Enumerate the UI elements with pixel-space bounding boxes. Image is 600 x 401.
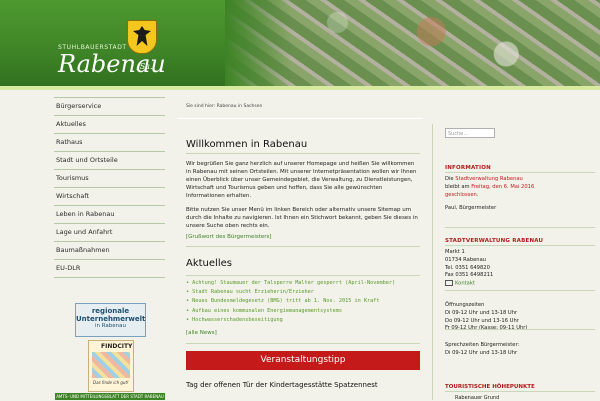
bullet-icon: • [186, 289, 190, 296]
mail-icon [445, 280, 453, 287]
hours-line: Do 09-12 Uhr und 13-16 Uhr [445, 317, 519, 324]
nav-item-baumassnahmen[interactable]: Baumaßnahmen [54, 242, 165, 260]
news-item[interactable]: • Achtung! Staumauer der Talsperre Malter… [186, 279, 420, 288]
nav-item-rathaus[interactable]: Rathaus [54, 134, 165, 152]
divider [445, 172, 595, 173]
coat-of-arms-icon[interactable] [127, 20, 157, 54]
nav-item-aktuelles[interactable]: Aktuelles [54, 116, 165, 134]
stadtverwaltung-heading: STADTVERWALTUNG RABENAU [445, 238, 544, 244]
address-street: Markt 1 [445, 249, 465, 255]
breadcrumb: Sie sind hier: Rabenau in Sachsen [186, 104, 263, 109]
info-text: Die Stadtverwaltung Rabenau bleibt am Fr… [445, 176, 595, 199]
stadtverwaltung-link[interactable]: Stadtverwaltung Rabenau [455, 176, 523, 182]
nav-item-stadt-ortsteile[interactable]: Stadt und Ortsteile [54, 152, 165, 170]
divider [445, 290, 595, 291]
divider [445, 329, 595, 330]
all-news-link[interactable]: [alle News] [186, 330, 217, 336]
address-block: Markt 1 01734 Rabenau Tel. 0351 649820 F… [445, 249, 493, 288]
nav-item-eu-dlr[interactable]: EU-DLR [54, 260, 165, 278]
divider [445, 245, 595, 246]
intro-paragraph: Bitte nutzen Sie unser Menü im linken Be… [186, 207, 418, 229]
kontakt-link[interactable]: Kontakt [455, 281, 475, 287]
findcity-banner[interactable]: FINDCITY Das finde ich gut! [88, 340, 134, 392]
news-item[interactable]: • Neues Bundesmeldegesetz (BMG) tritt ab … [186, 297, 420, 306]
divider [445, 391, 595, 392]
address-fax: Fax 0351 6498211 [445, 272, 494, 279]
banner-line: regionale [91, 307, 130, 315]
findcity-logo: FINDCITY [101, 343, 133, 350]
left-navigation: Bürgerservice Aktuelles Rathaus Stadt un… [54, 97, 165, 278]
info-heading: INFORMATION [445, 165, 491, 171]
info-pre: Die [445, 176, 456, 182]
divider [186, 275, 420, 276]
news-item[interactable]: • Stadt Rabenau sucht Erzieherin/Erzieher [186, 288, 420, 297]
search-input[interactable]: Suche… [445, 128, 495, 138]
aerial-photo [225, 0, 600, 90]
greeting-link[interactable]: [Grußwort des Bürgermeisters] [186, 234, 272, 240]
hours-line: Di 09-12 Uhr und 13-18 Uhr [445, 309, 518, 316]
nav-item-buergerservice[interactable]: Bürgerservice [54, 97, 165, 116]
news-item-text: Hochwasserschadensbeseitigung [192, 316, 283, 323]
divider [186, 246, 420, 247]
bullet-icon: • [186, 316, 190, 323]
divider [186, 153, 420, 154]
bullet-icon: • [186, 307, 190, 314]
news-item[interactable]: • Hochwasserschadensbeseitigung [186, 316, 420, 325]
info-date: Freitag, den 6. Mai 2016 [471, 183, 535, 190]
nav-item-lage-anfahrt[interactable]: Lage und Anfahrt [54, 224, 165, 242]
event-title[interactable]: Tag der offenen Tür der Kindertagesstätt… [186, 381, 378, 389]
sprech-title: Sprechzeiten Bürgermeister: [445, 342, 520, 348]
site-logo-suffix: /Sa. [137, 62, 153, 71]
info-mid: bleibt am [445, 183, 472, 190]
event-tip-bar[interactable]: Veranstaltungstipp [186, 351, 420, 370]
bullet-icon: • [186, 298, 190, 305]
page: STUHLBAUERSTADT Rabenau /Sa. Bürgerservi… [0, 0, 600, 401]
findcity-slogan: Das finde ich gut! [93, 380, 129, 385]
news-item-text: Achtung! Staumauer der Talsperre Malter … [192, 280, 396, 286]
divider [186, 343, 420, 344]
divider [177, 118, 423, 119]
amtsblatt-banner[interactable]: AMTS- UND MITTEILUNGSBLATT DER STADT RAB… [55, 393, 165, 400]
header-stripe [0, 86, 600, 90]
sprech-line: Di 09-12 Uhr und 13-18 Uhr [445, 349, 518, 356]
nav-item-wirtschaft[interactable]: Wirtschaft [54, 188, 165, 206]
highlights-item[interactable]: Rabenauer Grund [455, 395, 499, 401]
info-post: geschlossen. [445, 191, 479, 198]
news-item-text: Stadt Rabenau sucht Erzieherin/Erzieher [192, 289, 314, 296]
nav-item-leben[interactable]: Leben in Rabenau [54, 206, 165, 224]
banner-line: in Rabenau [94, 323, 127, 329]
info-signature: Paul, Bürgermeister [445, 205, 497, 211]
page-title: Willkommen in Rabenau [186, 139, 308, 150]
hours-title: Öffnungszeiten [445, 302, 485, 308]
sidebar-divider [432, 124, 433, 400]
news-item[interactable]: • Aufbau eines kommunalen Energiemanageme… [186, 307, 420, 316]
kontakt-row[interactable]: Kontakt [445, 280, 493, 288]
news-title: Aktuelles [186, 258, 232, 269]
highlights-heading: TOURISTISCHE HÖHEPUNKTE [445, 384, 535, 390]
findcity-map-image [92, 352, 130, 378]
banner-line: Unternehmerwelt [76, 315, 146, 323]
address-city: 01734 Rabenau [445, 256, 487, 263]
intro-text: Wir begrüßen Sie ganz herzlich auf unser… [186, 160, 420, 236]
news-item-text: Aufbau eines kommunalen Energiemanagemen… [192, 307, 343, 314]
intro-paragraph: Wir begrüßen Sie ganz herzlich auf unser… [186, 161, 417, 199]
bullet-icon: • [186, 280, 190, 286]
nav-item-tourismus[interactable]: Tourismus [54, 170, 165, 188]
regional-business-banner[interactable]: regionale Unternehmerwelt in Rabenau [75, 303, 146, 337]
news-item-text: Neues Bundesmeldegesetz (BMG) tritt ab 1… [192, 298, 380, 305]
news-list: • Achtung! Staumauer der Talsperre Malter… [186, 279, 420, 325]
address-tel: Tel. 0351 649820 [445, 264, 490, 271]
mayor-hours: Sprechzeiten Bürgermeister: Di 09-12 Uhr… [445, 342, 519, 358]
divider [445, 227, 595, 228]
